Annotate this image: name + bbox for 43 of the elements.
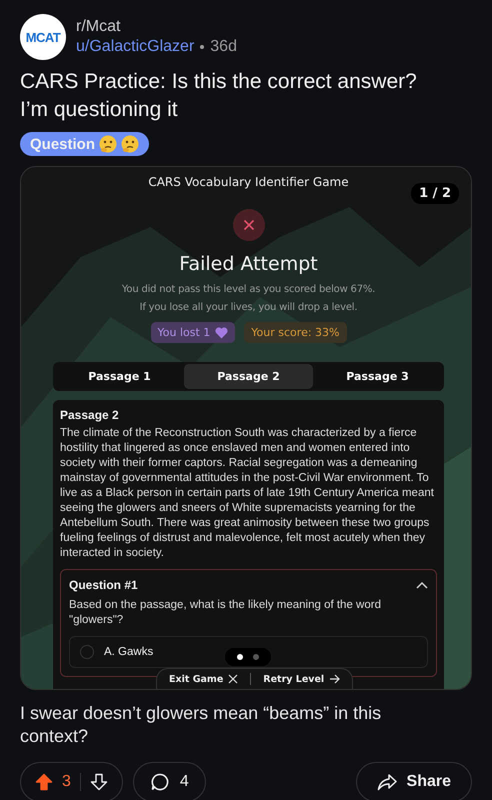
pager-dot[interactable] [253, 654, 259, 660]
share-icon [376, 773, 397, 791]
result-title: Failed Attempt [179, 253, 318, 275]
passage-tab[interactable]: Passage 2 [184, 364, 313, 389]
radio-button[interactable] [80, 645, 94, 659]
image-counter: 1 / 2 [411, 183, 459, 204]
post-title: CARS Practice: Is this the correct answer? I’m questioning it [20, 69, 418, 123]
lives-badge: You lost 1 [150, 322, 236, 343]
flair-tag: Question [20, 132, 150, 156]
thinking-emoji-icon [99, 135, 118, 153]
game-title: CARS Vocabulary Identifier Game [148, 175, 349, 189]
fail-icon [232, 209, 264, 241]
passage-text: The climate of the Reconstruction South was characterized by a fierce hostility that lingered as once enslaved men and women entered into society with their former captors. Racial segregation was a demeaning mainstay of governmental attitudes in the post-Civil War environment. To live as a Black person in certain parts of late 19th Century America meant seeing the glowers and sneers of White supremacists yearning for the Antebellum South. There was great animosity between these two groups fueling feelings of distrust and malevolence, felt most acutely when they interacted in society. [60, 426, 435, 561]
share-button[interactable]: Share [356, 762, 472, 800]
exit-game-button[interactable]: Exit Game [169, 674, 238, 684]
comment-icon [150, 772, 170, 792]
passage-heading: Passage 2 [60, 408, 120, 422]
thinking-emoji-icon [121, 135, 140, 153]
author-link[interactable]: u/GalacticGlazer [76, 37, 194, 57]
arrow-right-icon [329, 674, 340, 684]
answer-option[interactable]: A. Gawks [69, 636, 428, 668]
result-message: If you lose all your lives, you will drop a level. [140, 301, 358, 315]
passage-tab[interactable]: Passage 3 [313, 364, 442, 389]
subreddit-name[interactable]: r/Mcat [76, 17, 237, 37]
post-body: I swear doesn’t glowers mean “beams” in this context? [20, 702, 382, 748]
heart-icon [215, 326, 228, 338]
close-icon [228, 674, 238, 684]
passage-tab[interactable]: Passage 1 [55, 364, 184, 389]
result-message: You did not pass this level as you scored below 67%. [122, 283, 376, 297]
answer-label: A. Gawks [104, 646, 154, 658]
post-age: 36d [210, 37, 237, 57]
separator-dot-icon [200, 45, 204, 49]
score-badge: Your score: 33% [244, 322, 346, 343]
retry-level-button[interactable]: Retry Level [263, 674, 340, 684]
upvote-icon[interactable] [35, 773, 53, 791]
downvote-icon[interactable] [90, 773, 108, 791]
question-prompt: Based on the passage, what is the likely meaning of the word "glowers"? [69, 598, 382, 628]
chevron-icon[interactable] [416, 581, 428, 589]
vote-count: 3 [62, 773, 71, 791]
comments-button[interactable]: 4 [132, 762, 206, 800]
question-heading: Question #1 [69, 578, 138, 592]
subreddit-avatar[interactable]: MCAT [20, 14, 66, 60]
pager-dot[interactable] [237, 654, 243, 660]
